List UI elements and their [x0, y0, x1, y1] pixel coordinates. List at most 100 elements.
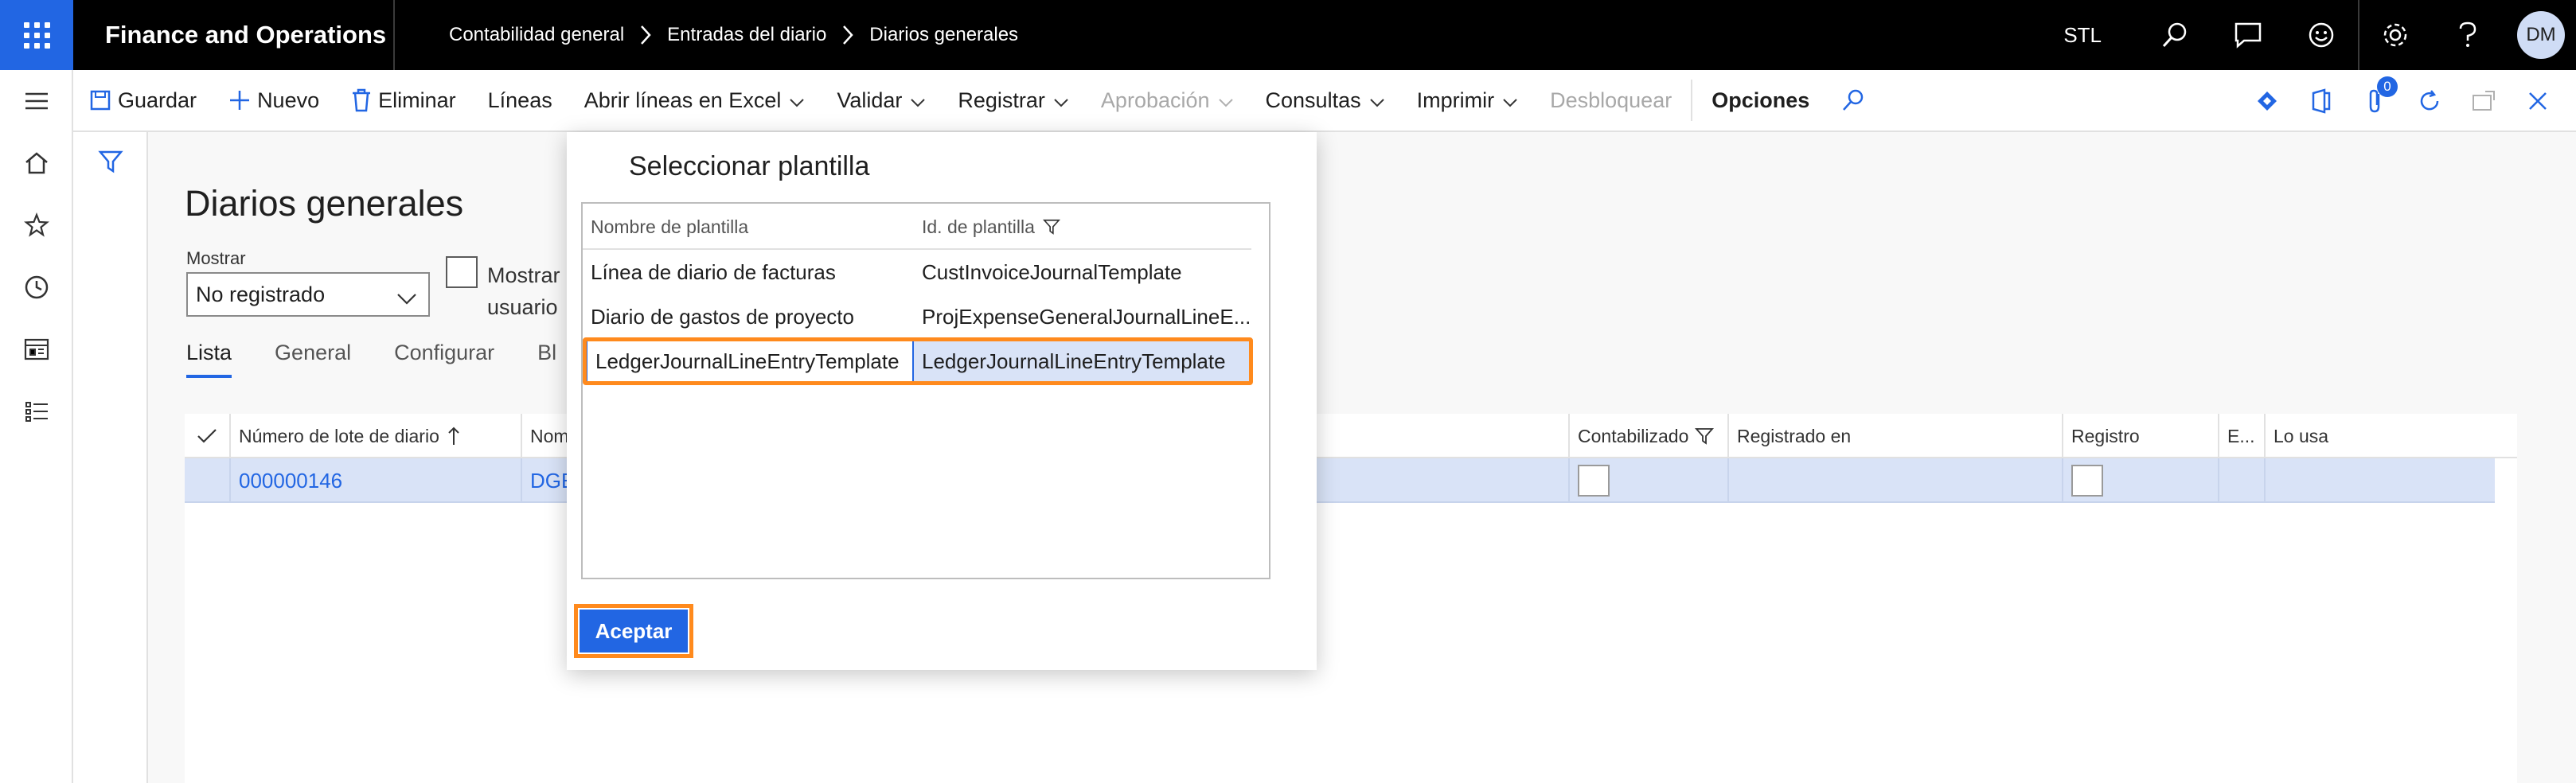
registered-in-cell: [1727, 458, 2062, 503]
action-search-button[interactable]: [1825, 69, 1881, 131]
save-button[interactable]: Guardar: [73, 69, 213, 131]
filter-pane: [73, 132, 148, 783]
search-button[interactable]: [2138, 0, 2211, 70]
unlock-button[interactable]: Desbloquear: [1534, 69, 1688, 131]
app-title[interactable]: Finance and Operations: [105, 0, 386, 70]
waffle-icon: [23, 21, 50, 49]
open-in-excel-menu[interactable]: Abrir líneas en Excel: [568, 69, 822, 131]
nav-home[interactable]: [0, 132, 73, 194]
inquiries-menu[interactable]: Consultas: [1250, 69, 1401, 131]
chevron-down-icon: [789, 88, 805, 113]
breadcrumb-item-journal-entries[interactable]: Entradas del diario: [667, 24, 826, 46]
star-icon: [24, 212, 49, 237]
chat-icon: [2234, 22, 2262, 49]
new-label: Nuevo: [257, 88, 320, 112]
breadcrumb-item-general-journals[interactable]: Diarios generales: [869, 24, 1018, 46]
avatar[interactable]: DM: [2517, 11, 2565, 59]
validate-menu[interactable]: Validar: [821, 69, 942, 131]
posted-checkbox[interactable]: [1578, 465, 1610, 497]
column-header-registered-in[interactable]: Registrado en: [1727, 414, 2062, 458]
template-id-cell: CustInvoiceJournalTemplate: [922, 259, 1182, 284]
attachments-button[interactable]: 0: [2348, 76, 2402, 115]
nav-workspaces[interactable]: [0, 318, 73, 380]
options-tab[interactable]: Opciones: [1696, 69, 1825, 131]
chevron-down-icon: [910, 88, 926, 113]
batch-number-link[interactable]: 000000146: [229, 458, 521, 503]
power-apps-button[interactable]: [2240, 89, 2294, 113]
chevron-right-icon: [640, 25, 651, 45]
show-filter-value: No registrado: [196, 282, 326, 306]
post-menu[interactable]: Registrar: [942, 69, 1085, 131]
app-launcher-button[interactable]: [0, 0, 73, 70]
registry-checkbox[interactable]: [2071, 465, 2103, 497]
row-selector[interactable]: [185, 458, 229, 503]
column-header-used-by[interactable]: Lo usa: [2264, 414, 2495, 458]
delete-button[interactable]: Eliminar: [335, 69, 472, 131]
template-name-cell[interactable]: LedgerJournalLineEntryTemplate: [586, 339, 914, 384]
company-picker[interactable]: STL: [2063, 23, 2102, 48]
template-grid-header: Nombre de plantilla Id. de plantilla: [583, 204, 1251, 250]
nav-modules[interactable]: [0, 380, 73, 442]
show-user-checkbox[interactable]: [446, 256, 478, 288]
new-button[interactable]: Nuevo: [213, 69, 335, 131]
template-row[interactable]: Línea de diario de facturas CustInvoiceJ…: [583, 250, 1251, 294]
template-name-cell: Línea de diario de facturas: [591, 259, 836, 284]
template-id-cell: ProjExpenseGeneralJournalLineE...: [922, 304, 1251, 329]
approval-label: Aprobación: [1100, 88, 1210, 112]
chevron-down-icon: [1502, 88, 1518, 113]
column-header-template-id[interactable]: Id. de plantilla: [914, 204, 1251, 250]
lines-button[interactable]: Líneas: [472, 69, 568, 131]
messages-button[interactable]: [2211, 0, 2285, 70]
validate-label: Validar: [837, 88, 903, 112]
help-button[interactable]: [2431, 0, 2504, 70]
expand-nav-button[interactable]: [0, 70, 73, 132]
column-header-posted[interactable]: Contabilizado: [1568, 414, 1727, 458]
tab-general[interactable]: General: [275, 341, 351, 378]
gear-icon: [2383, 23, 2407, 47]
print-label: Imprimir: [1416, 88, 1495, 112]
column-header-registry[interactable]: Registro: [2062, 414, 2218, 458]
accept-button[interactable]: Aceptar: [574, 604, 693, 658]
checkmark-icon: [197, 429, 217, 443]
open-new-window-button[interactable]: [2457, 89, 2511, 113]
select-all-checkbox[interactable]: [185, 414, 229, 458]
registry-cell: [2062, 458, 2218, 503]
trash-icon: [351, 88, 372, 112]
column-header-e[interactable]: E...: [2218, 414, 2264, 458]
breadcrumb-item-general-ledger[interactable]: Contabilidad general: [449, 24, 624, 46]
column-header-template-name[interactable]: Nombre de plantilla: [583, 204, 914, 250]
filter-button[interactable]: [73, 132, 148, 191]
approval-menu[interactable]: Aprobación: [1085, 69, 1250, 131]
divider: [393, 0, 395, 70]
tab-blocking[interactable]: Bl: [537, 341, 556, 378]
template-row-selected[interactable]: LedgerJournalLineEntryTemplate LedgerJou…: [583, 339, 1251, 384]
used-by-cell: [2264, 458, 2495, 503]
settings-button[interactable]: [2358, 0, 2431, 70]
close-button[interactable]: [2511, 91, 2565, 111]
action-pane: Guardar Nuevo Eliminar Líneas Abrir líne…: [73, 70, 2576, 132]
tab-setup[interactable]: Configurar: [394, 341, 494, 378]
select-template-dialog: Seleccionar plantilla Nombre de plantill…: [567, 132, 1317, 670]
nav-recent[interactable]: [0, 256, 73, 318]
print-menu[interactable]: Imprimir: [1401, 69, 1534, 131]
feedback-button[interactable]: [2285, 0, 2358, 70]
show-filter-label: Mostrar: [186, 248, 246, 268]
refresh-button[interactable]: [2402, 88, 2457, 114]
template-grid: Nombre de plantilla Id. de plantilla Lín…: [581, 202, 1270, 579]
tab-list[interactable]: Lista: [186, 341, 232, 378]
filter-icon: [1695, 428, 1715, 445]
sort-ascending-icon: [448, 427, 459, 445]
nav-favorites[interactable]: [0, 194, 73, 256]
workspace-icon: [24, 338, 49, 360]
list-icon: [25, 402, 48, 422]
open-in-excel-label: Abrir líneas en Excel: [584, 88, 782, 112]
search-icon: [1843, 89, 1864, 111]
chevron-down-icon: [1053, 88, 1069, 113]
chevron-down-icon: [1369, 88, 1385, 113]
show-filter-select[interactable]: No registrado: [186, 272, 430, 317]
posted-cell: [1568, 458, 1727, 503]
column-header-batch[interactable]: Número de lote de diario: [229, 414, 521, 458]
template-row[interactable]: Diario de gastos de proyecto ProjExpense…: [583, 294, 1251, 339]
office-button[interactable]: [2294, 88, 2348, 114]
table-row[interactable]: 000000146 DGE: [185, 458, 2495, 503]
